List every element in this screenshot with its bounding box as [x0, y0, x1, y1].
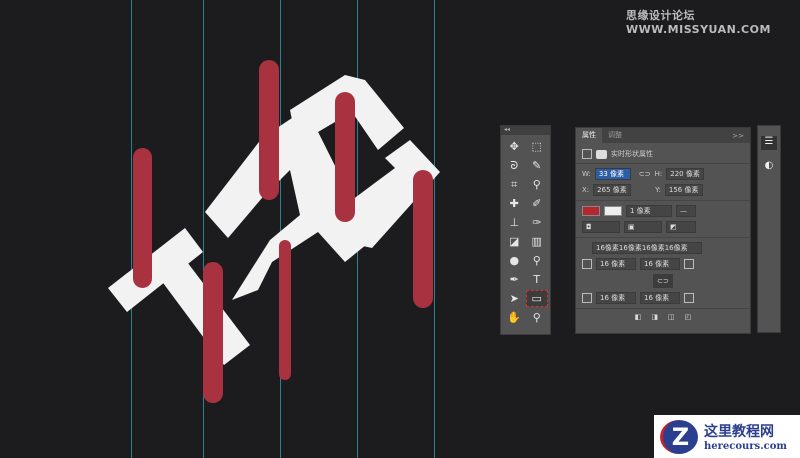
- logo-url: herecours.com: [704, 441, 788, 452]
- corner-tl-field[interactable]: 16 像素: [596, 258, 636, 270]
- subtract-shapes-icon[interactable]: ◨: [651, 313, 658, 321]
- x-label: X:: [582, 186, 590, 194]
- brush-icon[interactable]: ✐: [526, 195, 549, 212]
- red-bar: [259, 60, 279, 200]
- corner-tr-icon: [684, 259, 694, 269]
- link-corners-button[interactable]: ⊂⊃: [653, 274, 673, 288]
- stroke-join-dropdown[interactable]: ◩: [666, 221, 696, 233]
- fill-swatch[interactable]: [582, 206, 600, 216]
- path-select-icon[interactable]: ➤: [503, 290, 526, 307]
- zoom-icon[interactable]: ⚲: [526, 309, 549, 326]
- tab-adjustments[interactable]: 调整: [602, 128, 628, 143]
- eyedropper-icon[interactable]: ⚲: [526, 176, 549, 193]
- stroke-cap-dropdown[interactable]: ▣: [624, 221, 662, 233]
- lasso-icon[interactable]: ᘐ: [503, 157, 526, 174]
- corner-bl-field[interactable]: 16 像素: [596, 292, 636, 304]
- corner-tr-field[interactable]: 16 像素: [640, 258, 680, 270]
- red-bar: [413, 170, 433, 308]
- y-label: Y:: [655, 186, 661, 194]
- corner-br-icon: [684, 293, 694, 303]
- watermark: 思缘设计论坛 WWW.MISSYUAN.COM: [626, 9, 771, 36]
- stroke-type-dropdown[interactable]: —: [676, 205, 696, 217]
- tab-properties[interactable]: 属性: [576, 128, 602, 143]
- properties-panel: 属性 调整 >> 实时形状属性 W: 33 像素 ⊂⊃ H: 220 像素 X:…: [575, 127, 751, 334]
- corner-radius-all-field[interactable]: 16像素16像素16像素16像素: [592, 242, 702, 254]
- adjustments-dock-icon[interactable]: ◐: [761, 160, 777, 174]
- dodge-icon[interactable]: ⚲: [526, 252, 549, 269]
- stroke-width-field[interactable]: 1 像素: [626, 205, 672, 217]
- tools-panel: ◂◂ ✥ ⬚ ᘐ ✎ ⌗ ⚲ ✚ ✐ ⊥ ✑ ◪ ▥ ● ⚲ ✒ T ➤ ▭ ✋ ⚲: [500, 125, 551, 335]
- mask-icon: [596, 149, 607, 159]
- properties-dock-icon[interactable]: ☰: [761, 136, 777, 150]
- link-icon[interactable]: ⊂⊃: [639, 170, 651, 178]
- hand-icon[interactable]: ✋: [503, 309, 526, 326]
- intersect-shapes-icon[interactable]: ◫: [668, 313, 675, 321]
- logo-title: 这里教程网: [704, 424, 774, 440]
- x-field[interactable]: 265 像素: [593, 184, 632, 196]
- type-icon[interactable]: T: [526, 271, 549, 288]
- red-bar: [279, 240, 291, 380]
- corner-tl-icon: [582, 259, 592, 269]
- logo-mark: Z: [660, 419, 698, 454]
- eraser-icon[interactable]: ◪: [503, 233, 526, 250]
- panel-title: 实时形状属性: [611, 150, 653, 158]
- corner-br-field[interactable]: 16 像素: [640, 292, 680, 304]
- stroke-align-dropdown[interactable]: ◘: [582, 221, 620, 233]
- quick-select-icon[interactable]: ✎: [526, 157, 549, 174]
- height-field[interactable]: 220 像素: [666, 168, 705, 180]
- width-field[interactable]: 33 像素: [594, 168, 631, 180]
- move-icon[interactable]: ✥: [503, 138, 526, 155]
- marquee-icon[interactable]: ⬚: [526, 138, 549, 155]
- corner-bl-icon: [582, 293, 592, 303]
- healing-icon[interactable]: ✚: [503, 195, 526, 212]
- rectangle-icon[interactable]: ▭: [525, 290, 548, 307]
- width-label: W:: [582, 170, 591, 178]
- y-field[interactable]: 156 像素: [664, 184, 703, 196]
- gradient-icon[interactable]: ▥: [526, 233, 549, 250]
- height-label: H:: [654, 170, 663, 178]
- exclude-shapes-icon[interactable]: ◰: [685, 313, 692, 321]
- panel-menu-button[interactable]: >>: [732, 132, 750, 140]
- site-logo: Z 这里教程网 herecours.com: [654, 415, 800, 458]
- red-bar: [133, 148, 152, 288]
- red-bar: [335, 92, 355, 222]
- crop-icon[interactable]: ⌗: [503, 176, 526, 193]
- combine-shapes-icon[interactable]: ◧: [635, 313, 642, 321]
- blur-icon[interactable]: ●: [503, 252, 526, 269]
- history-brush-icon[interactable]: ✑: [526, 214, 549, 231]
- shape-icon: [582, 149, 592, 159]
- tools-panel-header[interactable]: ◂◂: [501, 126, 550, 135]
- red-bar: [203, 262, 223, 403]
- letter-t-stem: [152, 250, 250, 365]
- stamp-icon[interactable]: ⊥: [503, 214, 526, 231]
- side-dock: ☰ ◐: [757, 125, 781, 333]
- stroke-swatch[interactable]: [604, 206, 622, 216]
- pen-icon[interactable]: ✒: [503, 271, 526, 288]
